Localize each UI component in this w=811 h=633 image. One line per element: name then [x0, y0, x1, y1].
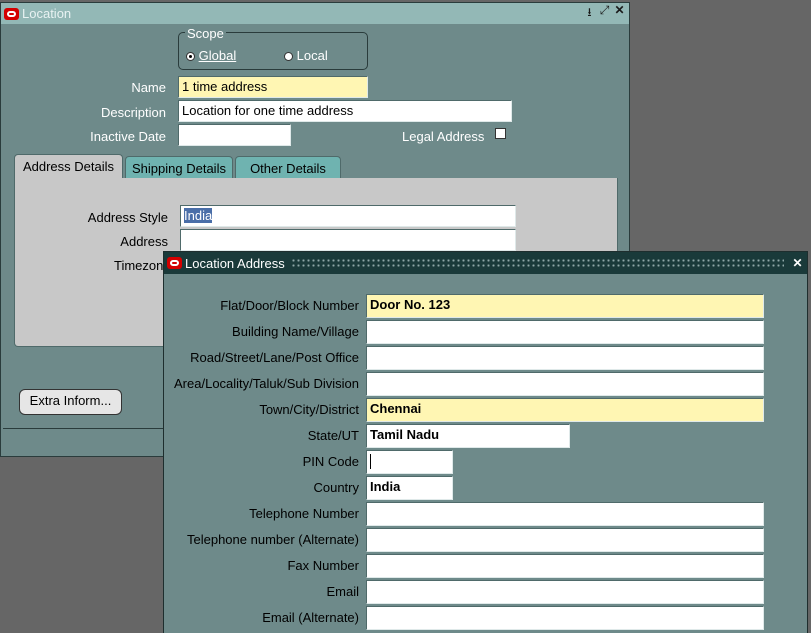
scope-label: Scope [185, 26, 226, 41]
email-field[interactable] [366, 580, 764, 604]
email-label: Email [326, 584, 359, 599]
address-field[interactable] [180, 229, 516, 251]
name-field[interactable]: 1 time address [178, 76, 368, 98]
oracle-logo-icon [167, 257, 182, 269]
location-address-dialog: Location Address ✕ Flat/Door/Block Numbe… [163, 251, 808, 633]
tab-other-details[interactable]: Other Details [235, 156, 341, 180]
close-icon[interactable]: ✕ [790, 256, 805, 270]
email-alternate-label: Email (Alternate) [262, 610, 359, 625]
flat-door-field[interactable]: Door No. 123 [366, 294, 764, 318]
dialog-title: Location Address [185, 255, 285, 271]
location-title: Location [22, 6, 72, 21]
name-label: Name [131, 80, 166, 95]
oracle-logo-icon [4, 7, 19, 20]
telephone-alternate-field[interactable] [366, 528, 764, 552]
area-locality-label: Area/Locality/Taluk/Sub Division [174, 376, 359, 391]
pin-code-field[interactable] [366, 450, 453, 474]
pin-code-label: PIN Code [302, 454, 359, 469]
extra-information-button[interactable]: Extra Inform... [19, 389, 122, 415]
scope-global-radio[interactable]: Global [186, 48, 236, 63]
radio-unselected-icon [284, 52, 293, 62]
address-style-label: Address Style [87, 210, 168, 225]
scope-local-radio[interactable]: Local [284, 48, 328, 63]
telephone-label: Telephone Number [249, 506, 359, 521]
road-street-label: Road/Street/Lane/Post Office [190, 350, 359, 365]
state-ut-field[interactable]: Tamil Nadu [366, 424, 570, 448]
tab-address-details[interactable]: Address Details [14, 154, 123, 181]
titlebar-grip [290, 258, 784, 268]
tab-shipping-details[interactable]: Shipping Details [125, 156, 233, 180]
location-titlebar[interactable]: Location ⭳ ⤢ ✕ [1, 3, 629, 24]
address-label: Address [120, 234, 168, 249]
telephone-alternate-label: Telephone number (Alternate) [187, 532, 359, 547]
fax-label: Fax Number [287, 558, 359, 573]
town-city-label: Town/City/District [259, 402, 359, 417]
dialog-titlebar[interactable]: Location Address ✕ [164, 252, 807, 274]
inactive-date-label: Inactive Date [90, 129, 166, 144]
close-icon[interactable]: ✕ [612, 3, 627, 24]
legal-address-checkbox[interactable] [495, 128, 506, 139]
timezone-label: Timezon [114, 258, 164, 273]
fax-field[interactable] [366, 554, 764, 578]
country-label: Country [313, 480, 359, 495]
text-cursor [370, 454, 371, 470]
town-city-field[interactable]: Chennai [366, 398, 764, 422]
description-label: Description [100, 105, 166, 120]
building-label: Building Name/Village [232, 324, 359, 339]
area-locality-field[interactable] [366, 372, 764, 396]
telephone-field[interactable] [366, 502, 764, 526]
maximize-icon[interactable]: ⤢ [597, 3, 612, 24]
scope-global-label: Global [198, 48, 237, 63]
description-field[interactable]: Location for one time address [178, 100, 512, 122]
state-ut-label: State/UT [307, 428, 359, 443]
country-field[interactable]: India [366, 476, 453, 500]
building-field[interactable] [366, 320, 764, 344]
inactive-date-field[interactable] [178, 124, 291, 146]
flat-door-label: Flat/Door/Block Number [220, 298, 359, 313]
legal-address-label: Legal Address [402, 129, 485, 144]
address-style-field[interactable]: India [180, 205, 516, 227]
radio-selected-icon [186, 52, 195, 62]
address-style-value: India [184, 208, 213, 223]
email-alternate-field[interactable] [366, 606, 764, 630]
scope-local-label: Local [296, 48, 328, 63]
minimize-icon[interactable]: ⭳ [582, 3, 597, 24]
road-street-field[interactable] [366, 346, 764, 370]
